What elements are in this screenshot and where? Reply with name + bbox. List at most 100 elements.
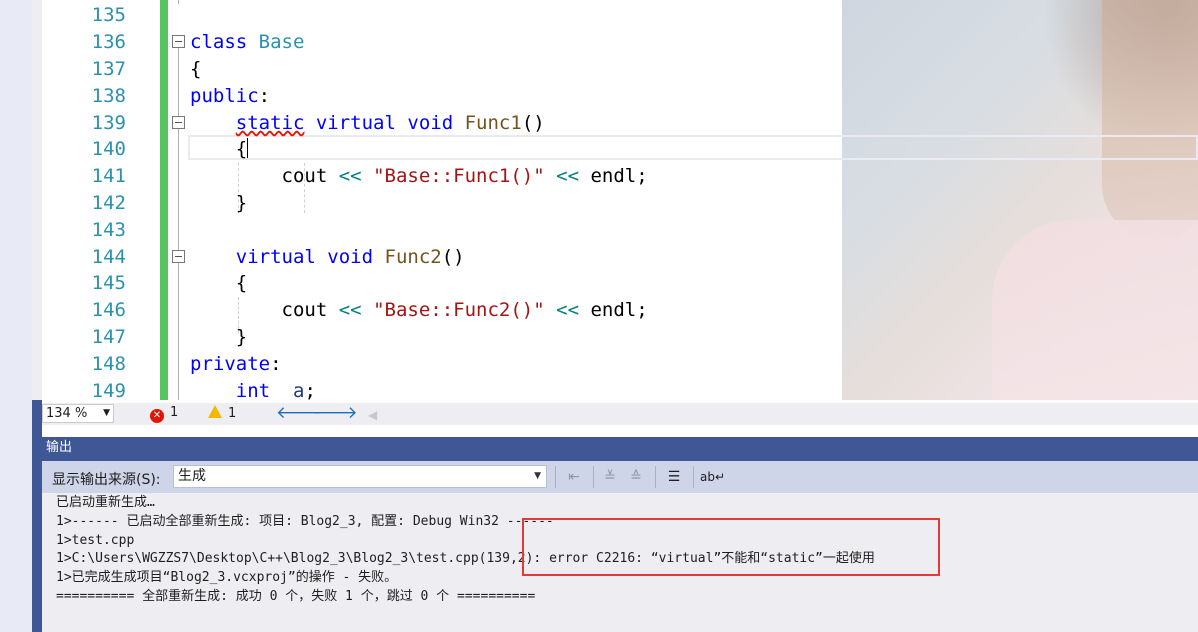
- error-icon: ✕: [150, 409, 164, 423]
- line-number: 149: [91, 380, 126, 400]
- operator: <<: [338, 165, 362, 187]
- brace: {: [235, 138, 248, 160]
- keyword: public: [190, 85, 259, 107]
- string-literal: "Base::Func1()": [373, 165, 545, 187]
- collapse-func2-icon[interactable]: [172, 250, 185, 263]
- brace: {: [235, 272, 248, 294]
- parens: (): [441, 246, 465, 268]
- keyword: virtual: [315, 112, 396, 134]
- semicolon: ;: [304, 380, 316, 400]
- line-number: 145: [91, 272, 126, 294]
- line-number: 144: [91, 246, 126, 268]
- output-source-value: 生成: [178, 468, 206, 484]
- previous-message-icon[interactable]: ≚: [600, 467, 620, 487]
- code-line-142: }: [190, 190, 247, 217]
- line-number: 139: [91, 112, 126, 134]
- error-highlight-box: [522, 518, 940, 576]
- operator: <<: [556, 299, 580, 321]
- variable: _a: [281, 380, 305, 400]
- identifier: endl: [590, 299, 637, 321]
- code-line-146: cout << "Base::Func2()" << endl;: [190, 297, 648, 324]
- code-line-139: static virtual void Func1(): [190, 110, 545, 137]
- brace: }: [235, 326, 248, 348]
- output-line: 1>------ 已启动全部重新生成: 项目: Blog2_3, 配置: Deb…: [56, 514, 554, 529]
- code-editor[interactable]: 135 136 137 138 139 140 141 142 143 144 …: [42, 0, 1198, 400]
- output-line: 1>已完成生成项目“Blog2_3.vcxproj”的操作 - 失败。: [56, 570, 398, 585]
- code-line-141: cout << "Base::Func1()" << endl;: [190, 163, 648, 190]
- toolbar-separator: [693, 466, 694, 488]
- identifier: cout: [281, 299, 328, 321]
- keyword: int: [235, 380, 271, 400]
- fold-line: [178, 0, 179, 4]
- keyword: virtual: [235, 246, 316, 268]
- function-name: Func1: [464, 112, 522, 134]
- text-cursor: [247, 138, 249, 158]
- editor-status-bar: 134 % ▼ ✕ 1 1 🡐 🡒 ◀: [42, 403, 1198, 425]
- brace: {: [190, 58, 202, 80]
- code-line-148: private:: [190, 351, 282, 378]
- code-line-149: int _a;: [190, 378, 316, 400]
- change-tracking-bar: [160, 0, 168, 400]
- background-face: [1102, 0, 1198, 240]
- output-line: 已启动重新生成…: [56, 495, 155, 510]
- go-to-code-icon[interactable]: ⇤: [564, 467, 584, 487]
- output-toolbar: 显示输出来源(S): 生成 ▼ ⇤ ≚ ≙ ☰ ab↵: [42, 461, 1198, 493]
- output-source-label: 显示输出来源(S):: [52, 472, 161, 488]
- identifier: cout: [281, 165, 328, 187]
- zoom-dropdown[interactable]: 134 % ▼: [42, 404, 114, 423]
- keyword: void: [327, 246, 374, 268]
- output-text-area[interactable]: 已启动重新生成… 1>------ 已启动全部重新生成: 项目: Blog2_3…: [42, 493, 1198, 632]
- line-number: 146: [91, 299, 126, 321]
- line-number: 137: [91, 58, 126, 80]
- toolbar-separator: [655, 466, 656, 488]
- line-number: 135: [91, 4, 126, 26]
- output-panel-title: 输出: [42, 437, 1198, 461]
- error-count[interactable]: ✕ 1: [150, 405, 178, 423]
- code-line-138: public:: [190, 83, 270, 110]
- toolbar-separator: [593, 466, 594, 488]
- next-issue-icon[interactable]: 🡒: [312, 403, 358, 423]
- line-number: 142: [91, 192, 126, 214]
- keyword-static-error[interactable]: static: [236, 112, 305, 134]
- scroll-left-icon[interactable]: ◀: [368, 405, 377, 425]
- line-number: 136: [91, 31, 126, 53]
- fold-line: [178, 48, 179, 400]
- word-wrap-icon[interactable]: ab↵: [700, 467, 725, 487]
- line-number: 148: [91, 353, 126, 375]
- semicolon: ;: [636, 299, 648, 321]
- brace: }: [235, 192, 248, 214]
- parens: (): [521, 112, 545, 134]
- warning-count-value: 1: [228, 406, 237, 421]
- collapse-func1-icon[interactable]: [172, 116, 185, 129]
- code-line-136: class Base: [190, 29, 304, 56]
- output-line: 1>test.cpp: [56, 533, 135, 548]
- semicolon: ;: [636, 165, 648, 187]
- clear-all-icon[interactable]: ☰: [664, 467, 684, 487]
- operator: <<: [338, 299, 362, 321]
- chevron-down-icon: ▼: [103, 408, 110, 418]
- keyword: void: [407, 112, 454, 134]
- keyword: class: [190, 31, 248, 53]
- zoom-value: 134 %: [46, 406, 88, 421]
- next-message-icon[interactable]: ≙: [626, 467, 646, 487]
- warning-icon: [208, 405, 222, 418]
- current-line-highlight: [188, 135, 1198, 160]
- code-line-137: {: [190, 56, 201, 83]
- chevron-down-icon: ▼: [534, 471, 541, 481]
- operator: <<: [556, 165, 580, 187]
- warning-count[interactable]: 1: [208, 405, 236, 421]
- editor-margin: [32, 0, 42, 400]
- line-number: 140: [91, 138, 126, 160]
- line-number: 141: [91, 165, 126, 187]
- string-literal: "Base::Func2()": [373, 299, 545, 321]
- output-source-select[interactable]: 生成 ▼: [173, 465, 547, 488]
- error-count-value: 1: [170, 405, 179, 420]
- code-line-140: {: [190, 136, 249, 163]
- output-margin: [32, 400, 42, 632]
- class-name: Base: [258, 31, 305, 53]
- line-number: 138: [91, 85, 126, 107]
- code-line-145: {: [190, 270, 247, 297]
- identifier: endl: [590, 165, 637, 187]
- collapse-class-icon[interactable]: [172, 35, 185, 48]
- keyword: private: [190, 353, 271, 375]
